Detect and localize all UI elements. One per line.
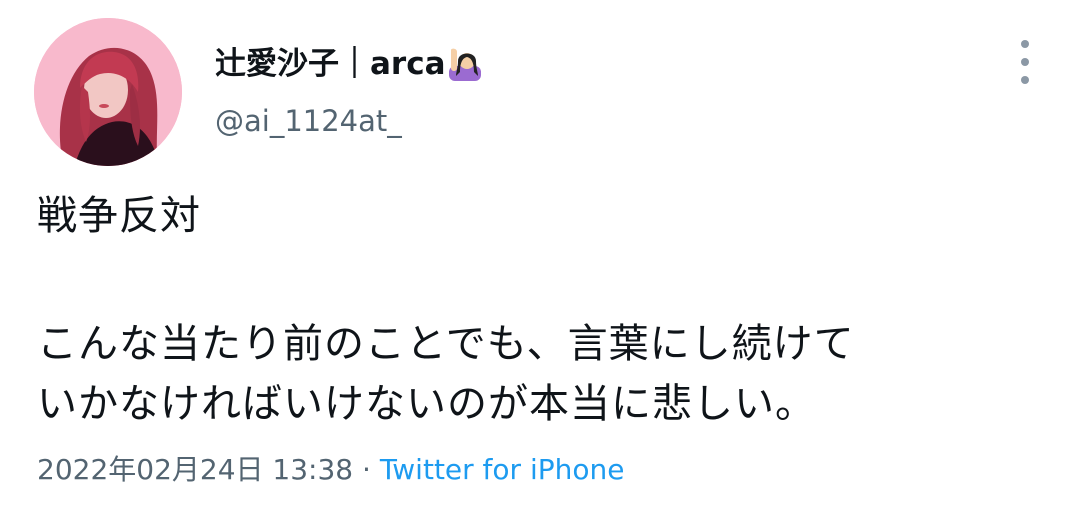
tweet-text-line-2: こんな当たり前のことでも、言葉にし続けて [37, 321, 855, 367]
meta-separator: · [353, 453, 380, 486]
timestamp[interactable]: 2022年02月24日 13:38 [37, 453, 353, 486]
avatar-photo [34, 18, 182, 166]
more-dot [1021, 76, 1029, 84]
tweet-card: 辻愛沙子｜arca @ai_1124at_ 戦争反対 こんな当たり前のことでも、… [0, 0, 1075, 506]
tweet-text-line-3: いかなければいけないのが本当に悲しい。 [37, 381, 816, 427]
source-link[interactable]: Twitter for iPhone [380, 453, 625, 486]
display-name[interactable]: 辻愛沙子｜arca [215, 44, 482, 84]
raising-hand-woman-icon [448, 46, 482, 82]
more-dot [1021, 58, 1029, 66]
avatar[interactable] [34, 18, 182, 166]
more-options-icon[interactable] [1014, 40, 1036, 84]
author-names: 辻愛沙子｜arca @ai_1124at_ [215, 44, 482, 138]
user-handle[interactable]: @ai_1124at_ [215, 104, 482, 138]
more-dot [1021, 40, 1029, 48]
tweet-text-line-1: 戦争反対 [37, 193, 201, 239]
tweet-meta: 2022年02月24日 13:38 · Twitter for iPhone [37, 452, 624, 488]
display-name-text: 辻愛沙子｜arca [215, 46, 446, 82]
